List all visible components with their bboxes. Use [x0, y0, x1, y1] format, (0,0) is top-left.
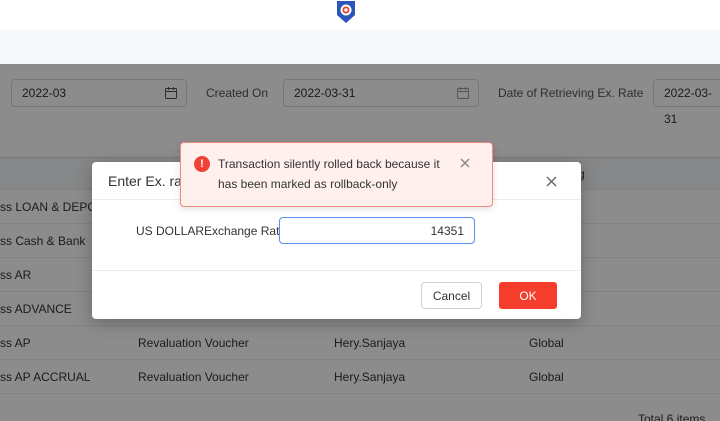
cancel-button[interactable]: Cancel	[421, 282, 482, 309]
dialog-footer-divider	[92, 270, 581, 271]
error-message-toast: ! Transaction silently rolled back becau…	[180, 142, 493, 207]
top-header	[0, 0, 720, 30]
close-icon[interactable]	[460, 158, 470, 168]
exchange-rate-label: US DOLLARExchange Rate	[136, 224, 287, 238]
ok-button[interactable]: OK	[499, 282, 557, 309]
error-icon: !	[194, 156, 210, 172]
sub-header	[0, 30, 720, 64]
error-message-text: Transaction silently rolled back because…	[218, 157, 440, 191]
close-icon[interactable]	[546, 176, 557, 187]
exchange-rate-input[interactable]	[279, 217, 475, 244]
brand-logo	[337, 1, 355, 23]
